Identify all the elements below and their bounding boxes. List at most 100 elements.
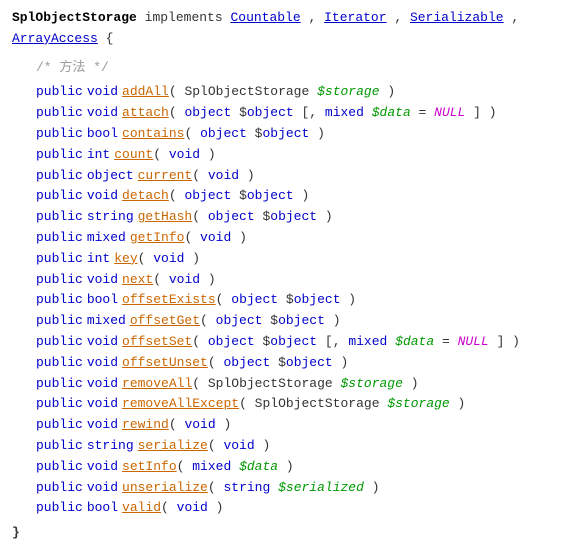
method-params: ( void ) (184, 228, 246, 249)
method-params: ( void ) (153, 270, 215, 291)
visibility-keyword: public (36, 290, 83, 311)
interface-serializable[interactable]: Serializable (410, 10, 504, 25)
method-name[interactable]: offsetExists (122, 290, 216, 311)
closing-brace: } (12, 523, 556, 544)
method-name[interactable]: next (122, 270, 153, 291)
return-type: mixed (87, 228, 126, 249)
return-type: string (87, 436, 134, 457)
method-params: ( object $object ) (216, 290, 356, 311)
return-type: void (87, 457, 118, 478)
method-name[interactable]: offsetGet (130, 311, 200, 332)
method-params: ( void ) (161, 498, 223, 519)
method-name[interactable]: rewind (122, 415, 169, 436)
return-type: void (87, 103, 118, 124)
method-name[interactable]: count (114, 145, 153, 166)
method-line: public void attach ( object $object [, m… (36, 103, 556, 124)
method-line: public void next ( void ) (36, 270, 556, 291)
method-line: public int key ( void ) (36, 249, 556, 270)
return-type: void (87, 353, 118, 374)
method-name[interactable]: valid (122, 498, 161, 519)
method-name[interactable]: offsetSet (122, 332, 192, 353)
open-brace: { (106, 31, 114, 46)
visibility-keyword: public (36, 82, 83, 103)
section-comment: /* 方法 */ (36, 58, 556, 79)
method-line: public void removeAll ( SplObjectStorage… (36, 374, 556, 395)
method-params: ( SplObjectStorage $storage ) (169, 82, 395, 103)
visibility-keyword: public (36, 332, 83, 353)
method-line: public int count ( void ) (36, 145, 556, 166)
method-name[interactable]: getHash (138, 207, 193, 228)
visibility-keyword: public (36, 145, 83, 166)
return-type: void (87, 270, 118, 291)
method-name[interactable]: contains (122, 124, 184, 145)
method-line: public void offsetUnset ( object $object… (36, 353, 556, 374)
method-line: public bool contains ( object $object ) (36, 124, 556, 145)
return-type: void (87, 332, 118, 353)
return-type: void (87, 374, 118, 395)
interface-countable[interactable]: Countable (230, 10, 300, 25)
class-header: SplObjectStorage implements Countable , … (12, 8, 556, 50)
return-type: object (87, 166, 134, 187)
method-name[interactable]: getInfo (130, 228, 185, 249)
method-name[interactable]: serialize (138, 436, 208, 457)
method-line: public mixed offsetGet ( object $object … (36, 311, 556, 332)
method-line: public object current ( void ) (36, 166, 556, 187)
visibility-keyword: public (36, 103, 83, 124)
method-params: ( object $object ) (208, 353, 348, 374)
comma-3: , (511, 10, 519, 25)
visibility-keyword: public (36, 415, 83, 436)
method-line: public string serialize ( void ) (36, 436, 556, 457)
return-type: bool (87, 290, 118, 311)
class-name: SplObjectStorage (12, 10, 137, 25)
visibility-keyword: public (36, 207, 83, 228)
method-line: public mixed getInfo ( void ) (36, 228, 556, 249)
method-line: public void detach ( object $object ) (36, 186, 556, 207)
comma-1: , (309, 10, 325, 25)
return-type: void (87, 478, 118, 499)
visibility-keyword: public (36, 478, 83, 499)
comma-2: , (394, 10, 410, 25)
visibility-keyword: public (36, 124, 83, 145)
return-type: int (87, 249, 110, 270)
visibility-keyword: public (36, 457, 83, 478)
method-name[interactable]: current (138, 166, 193, 187)
method-name[interactable]: removeAllExcept (122, 394, 239, 415)
method-name[interactable]: attach (122, 103, 169, 124)
return-type: mixed (87, 311, 126, 332)
implements-keyword: implements (145, 10, 231, 25)
method-line: public bool offsetExists ( object $objec… (36, 290, 556, 311)
method-line: public void rewind ( void ) (36, 415, 556, 436)
method-name[interactable]: removeAll (122, 374, 192, 395)
method-name[interactable]: detach (122, 186, 169, 207)
method-name[interactable]: key (114, 249, 137, 270)
method-line: public void unserialize ( string $serial… (36, 478, 556, 499)
visibility-keyword: public (36, 394, 83, 415)
method-params: ( void ) (138, 249, 200, 270)
method-params: ( void ) (169, 415, 231, 436)
method-params: ( object $object ) (192, 207, 332, 228)
method-params: ( SplObjectStorage $storage ) (239, 394, 465, 415)
method-name[interactable]: addAll (122, 82, 169, 103)
method-name[interactable]: offsetUnset (122, 353, 208, 374)
visibility-keyword: public (36, 436, 83, 457)
interface-arrayaccess[interactable]: ArrayAccess (12, 31, 98, 46)
method-params: ( object $object [, mixed $data = NULL ]… (192, 332, 520, 353)
visibility-keyword: public (36, 270, 83, 291)
return-type: void (87, 186, 118, 207)
method-line: public void removeAllExcept ( SplObjectS… (36, 394, 556, 415)
return-type: void (87, 82, 118, 103)
return-type: string (87, 207, 134, 228)
visibility-keyword: public (36, 228, 83, 249)
method-params: ( object $object ) (184, 124, 324, 145)
method-name[interactable]: setInfo (122, 457, 177, 478)
method-params: ( string $serialized ) (208, 478, 380, 499)
code-block: SplObjectStorage implements Countable , … (12, 8, 556, 544)
interface-iterator[interactable]: Iterator (324, 10, 386, 25)
return-type: bool (87, 124, 118, 145)
return-type: void (87, 415, 118, 436)
method-name[interactable]: unserialize (122, 478, 208, 499)
visibility-keyword: public (36, 374, 83, 395)
visibility-keyword: public (36, 498, 83, 519)
method-line: public void addAll ( SplObjectStorage $s… (36, 82, 556, 103)
method-params: ( object $object [, mixed $data = NULL ]… (169, 103, 497, 124)
